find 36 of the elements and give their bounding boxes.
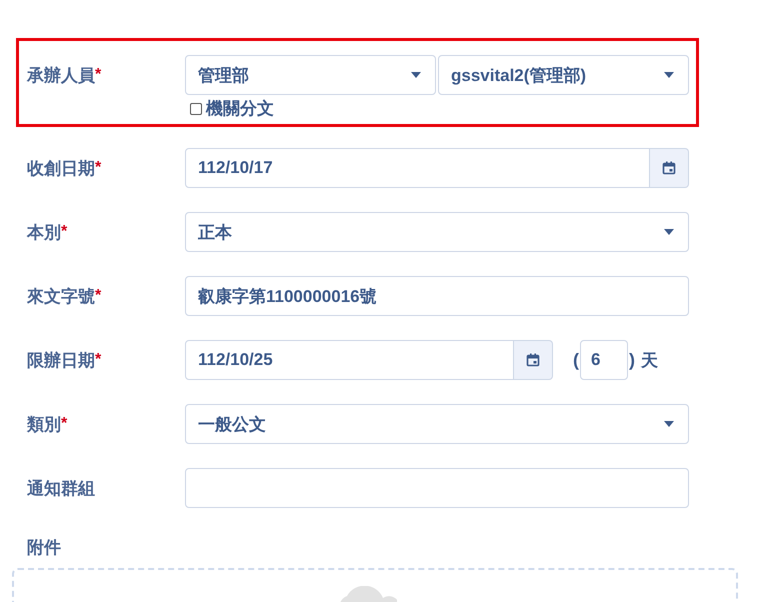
text-field[interactable]: [185, 468, 689, 508]
days-field[interactable]: 6: [580, 340, 628, 380]
field-label: 限辦日期: [27, 350, 95, 372]
field-label: 本別: [27, 222, 61, 244]
required-mark: *: [95, 66, 102, 84]
calendar-icon: [526, 353, 540, 367]
field-label: 來文字號: [27, 286, 95, 308]
required-mark: *: [95, 287, 102, 305]
caret-icon: [664, 72, 674, 78]
unit-label: 天: [641, 350, 658, 372]
required-mark: *: [61, 223, 68, 241]
dropdown[interactable]: gssvital2(管理部): [438, 55, 689, 95]
text-field[interactable]: 叡康字第1100000016號: [185, 276, 689, 316]
date-field[interactable]: 112/10/25: [185, 340, 514, 380]
field-label: 承辦人員: [27, 64, 95, 86]
attachment-label: 附件: [27, 536, 61, 558]
required-mark: *: [61, 415, 68, 433]
required-mark: *: [95, 351, 102, 369]
parenthesis: (: [573, 350, 579, 370]
caret-icon: [664, 229, 674, 235]
field-label: 類別: [27, 414, 61, 436]
dropdown[interactable]: 一般公文: [185, 404, 689, 444]
checkbox-label: 機關分文: [206, 98, 274, 120]
parenthesis: ): [629, 350, 635, 370]
calendar-button[interactable]: [650, 148, 689, 188]
caret-icon: [411, 72, 421, 78]
date-field[interactable]: 112/10/17: [185, 148, 650, 188]
caret-icon: [664, 421, 674, 427]
calendar-button[interactable]: [514, 340, 553, 380]
field-label: 收創日期: [27, 158, 95, 180]
checkbox[interactable]: [190, 102, 202, 114]
dropdown[interactable]: 正本: [185, 212, 689, 252]
dropdown[interactable]: 管理部: [185, 55, 436, 95]
field-label: 通知群組: [27, 478, 95, 500]
calendar-icon: [662, 161, 676, 175]
required-mark: *: [95, 159, 102, 177]
